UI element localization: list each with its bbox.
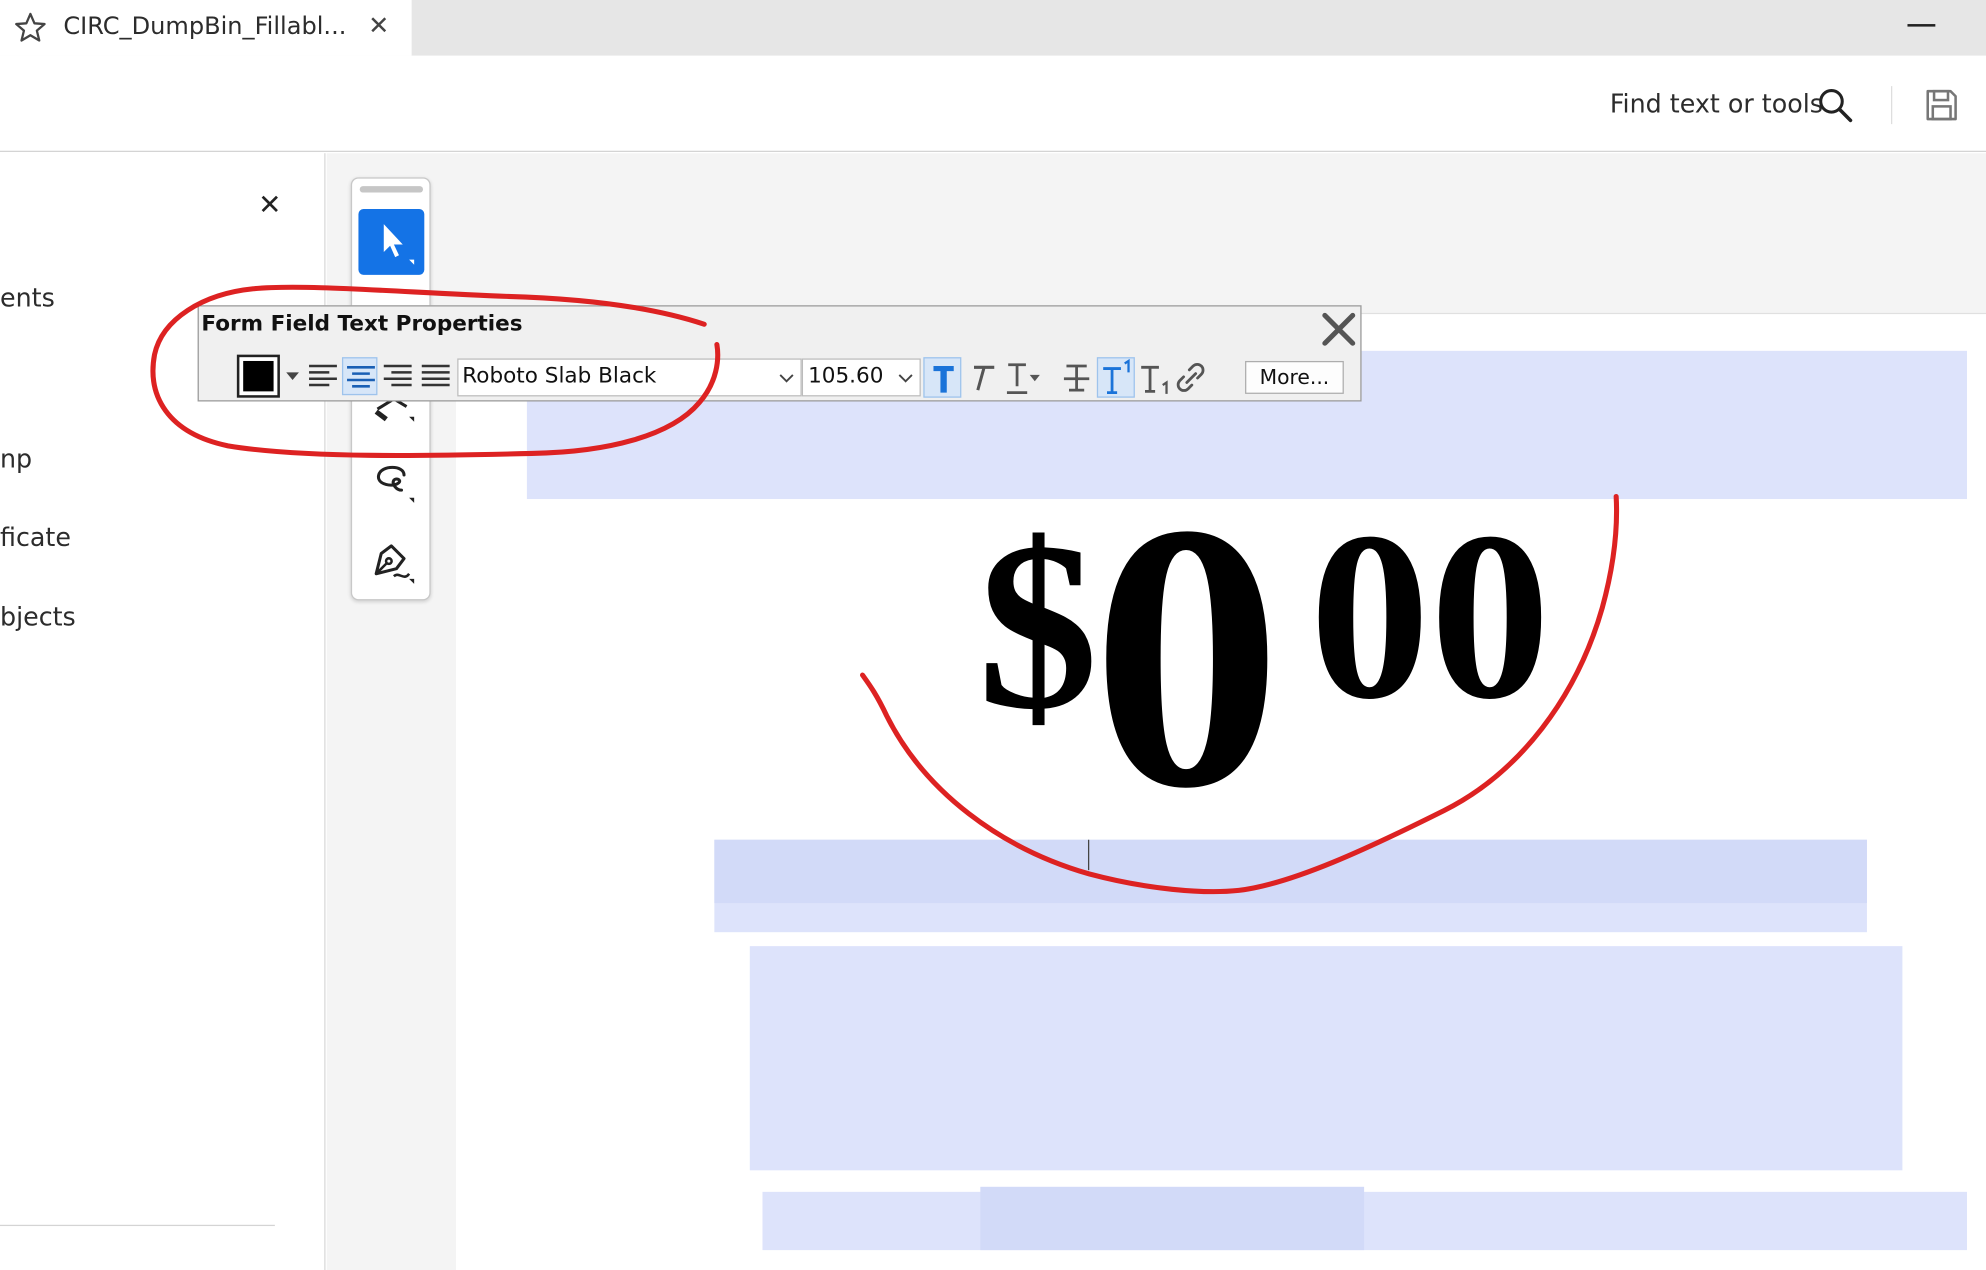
link-button[interactable] (1172, 357, 1210, 398)
underline-button[interactable] (1002, 357, 1040, 398)
align-right-button[interactable] (380, 357, 415, 395)
superscript-button[interactable] (1096, 357, 1135, 398)
toolbar-separator (1891, 86, 1893, 125)
top-toolbar: Find text or tools (0, 55, 1986, 152)
close-icon[interactable] (1319, 309, 1360, 350)
panel-divider (0, 1224, 275, 1227)
panel-item-objects[interactable]: bjects (0, 602, 76, 632)
align-right-icon (383, 364, 412, 387)
search-icon[interactable] (1816, 86, 1854, 124)
align-center-icon (347, 366, 375, 388)
panel-item-comments[interactable]: ents (0, 282, 55, 312)
document-tab[interactable]: CIRC_DumpBin_Fillabl... ✕ (0, 0, 412, 56)
link-icon (1176, 363, 1205, 392)
cursor-arrow-icon (383, 224, 415, 265)
chevron-down-icon (898, 374, 913, 383)
rail-drag-handle[interactable] (359, 186, 424, 193)
star-icon[interactable] (13, 10, 48, 45)
minimize-icon[interactable] (1905, 10, 1940, 40)
pen-sign-icon (374, 544, 415, 584)
form-field-text-properties-toolbar: Form Field Text Properties Roboto Slab B… (197, 305, 1362, 402)
form-field-details[interactable] (749, 946, 1903, 1171)
font-size-select[interactable]: 105.60 (801, 358, 921, 397)
align-justify-button[interactable] (418, 357, 453, 395)
select-tool-button[interactable] (358, 208, 425, 275)
panel-item-stamp[interactable]: np (0, 443, 32, 473)
more-button[interactable]: More... (1245, 360, 1344, 394)
price-whole-amount: 0 (1091, 445, 1282, 867)
italic-t-icon (973, 365, 995, 391)
align-justify-icon (421, 364, 450, 387)
save-icon[interactable] (1923, 86, 1961, 124)
align-left-button[interactable] (305, 357, 340, 395)
tab-bar: CIRC_DumpBin_Fillabl... ✕ (0, 0, 1986, 56)
align-center-button[interactable] (341, 357, 378, 396)
bold-t-icon (933, 366, 954, 393)
align-left-icon (309, 364, 337, 387)
draw-tool-button[interactable] (358, 450, 424, 516)
app-window: CIRC_DumpBin_Fillabl... ✕ Find text or t… (0, 0, 1986, 1270)
strikethrough-t-icon (1063, 364, 1090, 392)
tab-close-button[interactable]: ✕ (365, 10, 393, 43)
tab-title: CIRC_DumpBin_Fillabl... (63, 12, 347, 41)
chevron-down-icon (779, 374, 794, 383)
font-size-value: 105.60 (808, 363, 884, 389)
price-dollar-sign: $ (977, 493, 1099, 760)
chevron-down-icon[interactable] (285, 370, 300, 383)
form-field-footer[interactable] (762, 1186, 1967, 1251)
subscript-t-icon (1141, 365, 1168, 394)
find-text-or-tools-label[interactable]: Find text or tools (1610, 89, 1823, 119)
properties-title: Form Field Text Properties (201, 311, 523, 337)
panel-item-certificate[interactable]: ficate (0, 522, 71, 552)
font-family-value: Roboto Slab Black (462, 363, 657, 389)
form-field-description[interactable] (714, 839, 1867, 933)
bold-button[interactable] (923, 357, 962, 398)
subscript-button[interactable] (1136, 357, 1174, 398)
text-color-swatch[interactable] (236, 354, 280, 398)
underline-t-icon (1006, 363, 1040, 395)
sign-tool-button[interactable] (358, 531, 424, 597)
italic-button[interactable] (963, 357, 1001, 398)
font-family-select[interactable]: Roboto Slab Black (457, 358, 802, 397)
strikethrough-button[interactable] (1058, 357, 1096, 398)
price-cents: 00 (1309, 483, 1551, 750)
superscript-t-icon (1103, 358, 1130, 395)
lasso-icon (377, 465, 415, 503)
panel-close-button[interactable]: ✕ (253, 189, 286, 222)
